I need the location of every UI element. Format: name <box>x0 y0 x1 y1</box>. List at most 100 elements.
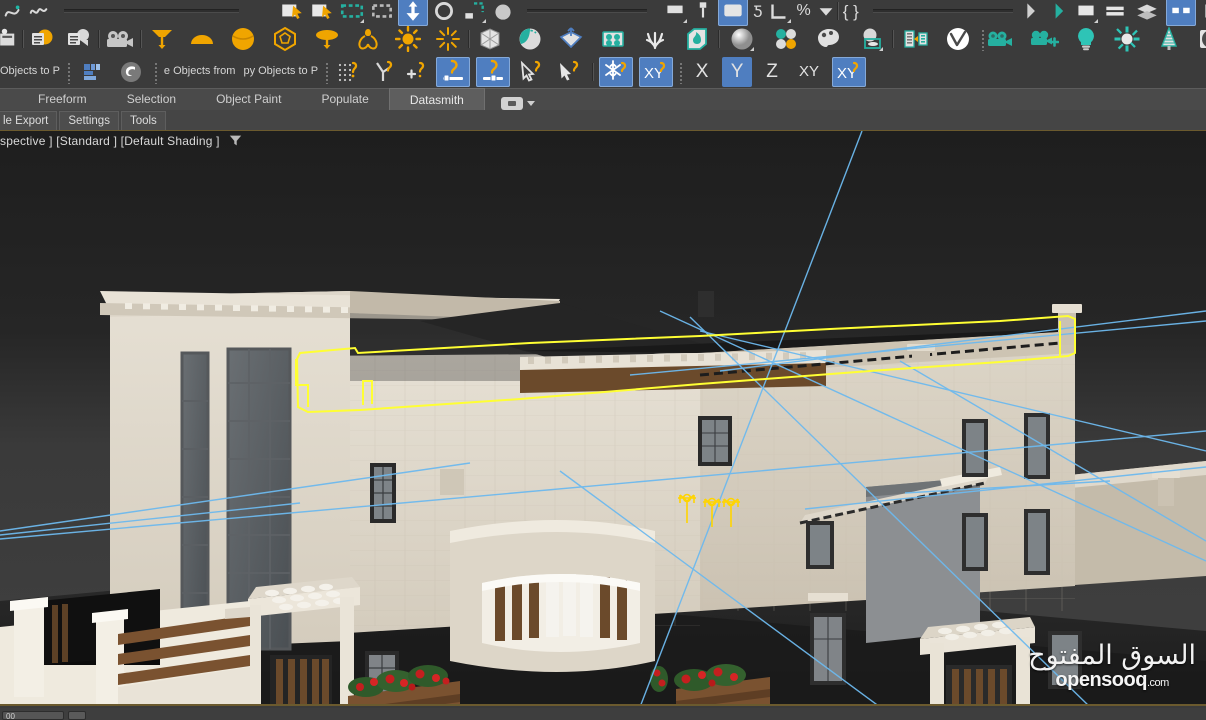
toolbar-separator <box>151 60 160 84</box>
render-frame-window-icon[interactable] <box>1049 0 1073 22</box>
percent-symbol-icon[interactable]: % <box>792 0 814 22</box>
camera-sequencer-icon[interactable] <box>60 22 98 55</box>
toolbar-zone: Ƽ % { } Objects to P e Objects from py O… <box>0 0 1206 88</box>
material-sphere-icon[interactable] <box>720 22 764 55</box>
chevron-down-icon[interactable] <box>815 0 837 22</box>
omni-light-icon[interactable] <box>1066 22 1106 55</box>
freeze-snap-icon[interactable] <box>596 55 636 88</box>
tab-freeform[interactable]: Freeform <box>18 88 107 110</box>
detach-objects-from-label[interactable]: e Objects from <box>160 55 240 88</box>
camera-add-icon[interactable] <box>1022 22 1066 55</box>
forest-pack-icon[interactable] <box>1148 22 1190 55</box>
viewport-label[interactable]: spective ] [Standard ] [Default Shading … <box>0 134 242 150</box>
funnel-filter-icon[interactable] <box>229 134 242 150</box>
sun-positioner-icon[interactable] <box>1106 22 1148 55</box>
percent-snap-icon[interactable]: Ƽ <box>749 0 766 22</box>
geosphere-primitive-icon[interactable] <box>264 22 306 55</box>
spinner-snap-toggle-icon[interactable] <box>433 55 473 88</box>
angle-snap-toggle-icon[interactable] <box>367 55 401 88</box>
material-assign-icon[interactable] <box>850 22 892 55</box>
angle-snap-icon[interactable] <box>766 0 792 23</box>
fire-effect-icon[interactable] <box>676 22 718 55</box>
main-toolbar-row-1: Ƽ % { } <box>0 0 1206 26</box>
reactor-cells-icon[interactable] <box>592 22 634 55</box>
autodesk-logo-icon[interactable] <box>111 55 151 88</box>
svg-text:XY: XY <box>837 65 857 82</box>
copy-objects-to-label[interactable]: py Objects to P <box>239 55 322 88</box>
sun-light-icon[interactable] <box>388 22 428 55</box>
layer-manager-icon[interactable] <box>73 55 111 88</box>
camera-create-icon[interactable] <box>978 22 1022 55</box>
toolbar-slider-3[interactable] <box>872 0 1013 22</box>
mushroom-drop-icon[interactable] <box>306 22 348 55</box>
layer-explorer-icon[interactable] <box>1099 0 1131 22</box>
axis-x-button[interactable]: X <box>685 55 719 88</box>
grass-foliage-icon[interactable] <box>634 22 676 55</box>
select-magnet-filled-icon[interactable] <box>551 55 589 88</box>
watermark-latin: opensooq.com <box>1055 669 1169 691</box>
vray-logo-icon[interactable] <box>938 22 978 55</box>
window-crossing-icon[interactable] <box>367 0 397 22</box>
material-editor-icon[interactable] <box>1199 0 1206 22</box>
rectangular-selection-region-icon[interactable] <box>337 0 367 23</box>
subtab-file-export[interactable]: le Export <box>0 110 58 130</box>
axis-constraint-icon[interactable]: XY <box>829 55 869 88</box>
insect-light-icon[interactable] <box>348 22 388 55</box>
axis-y-button[interactable]: Y <box>719 55 755 88</box>
render-production-icon[interactable] <box>1073 0 1099 23</box>
reference-coordinate-icon[interactable] <box>489 0 517 22</box>
light-lister-icon[interactable] <box>24 22 60 55</box>
attach-objects-to-label[interactable]: Objects to P <box>0 55 64 88</box>
particle-system-icon[interactable] <box>550 22 592 55</box>
box-wireframe-icon[interactable] <box>470 22 510 55</box>
select-and-scale-icon[interactable] <box>459 0 489 23</box>
xy-snap-icon[interactable]: XY <box>636 55 676 88</box>
cone-drop-icon[interactable] <box>142 22 182 55</box>
render-setup-dialog-icon[interactable] <box>1163 0 1199 26</box>
select-and-move-icon[interactable] <box>397 0 429 26</box>
curly-brace-icon[interactable]: { } <box>839 0 863 22</box>
mirror-icon[interactable] <box>661 0 689 23</box>
toolbar-slider-2[interactable] <box>527 0 647 22</box>
tab-object-paint[interactable]: Object Paint <box>196 88 301 110</box>
railclone-icon[interactable] <box>1190 22 1206 55</box>
render-setup-icon[interactable] <box>1023 0 1049 22</box>
pick-button-icon[interactable] <box>68 711 86 720</box>
select-and-rotate-icon[interactable] <box>429 0 459 22</box>
tab-datasmith[interactable]: Datasmith <box>388 88 485 110</box>
select-object-icon[interactable] <box>277 0 307 22</box>
select-object-alt-icon[interactable] <box>307 0 337 22</box>
status-input-field[interactable]: 00 <box>2 711 64 720</box>
axis-z-button[interactable]: Z <box>755 55 789 88</box>
subtab-settings[interactable]: Settings <box>59 110 119 130</box>
toolbar-slider-1[interactable] <box>64 0 239 22</box>
ribbon-minimize-icon[interactable] <box>500 97 535 110</box>
named-selection-sets-icon[interactable] <box>717 0 749 26</box>
wave-spline-icon[interactable] <box>26 0 52 22</box>
status-bar <box>0 708 1206 720</box>
perspective-viewport[interactable]: spective ] [Standard ] [Default Shading … <box>0 130 1206 706</box>
snaps-toggle-icon[interactable] <box>331 55 367 88</box>
schematic-view-icon[interactable] <box>0 22 22 55</box>
starburst-light-icon[interactable] <box>428 22 468 55</box>
axis-xy-button[interactable]: XY <box>789 55 829 88</box>
datasmith-subtab-bar: le Export Settings Tools <box>0 110 1206 130</box>
material-library-icon[interactable] <box>764 22 808 55</box>
video-camera-icon[interactable] <box>100 22 140 55</box>
subtab-tools[interactable]: Tools <box>120 110 166 130</box>
render-queue-icon[interactable] <box>894 22 938 55</box>
main-toolbar-row-3: Objects to P e Objects from py Objects t… <box>0 55 1206 88</box>
sphere-primitive-icon[interactable] <box>222 22 264 55</box>
spinner-snap-alt-icon[interactable] <box>473 55 513 88</box>
spline-curve-icon[interactable] <box>0 0 26 22</box>
material-palette-icon[interactable] <box>808 22 850 55</box>
percent-snap-toggle-icon[interactable] <box>401 55 433 88</box>
sphere-gizmo-icon[interactable] <box>510 22 550 55</box>
dome-primitive-icon[interactable] <box>182 22 222 55</box>
select-magnet-icon[interactable] <box>513 55 551 88</box>
scene-explorer-icon[interactable] <box>1131 0 1163 22</box>
tab-populate[interactable]: Populate <box>301 88 388 110</box>
align-icon[interactable] <box>689 0 717 22</box>
tab-selection[interactable]: Selection <box>107 88 196 110</box>
svg-text:XY: XY <box>644 65 664 82</box>
